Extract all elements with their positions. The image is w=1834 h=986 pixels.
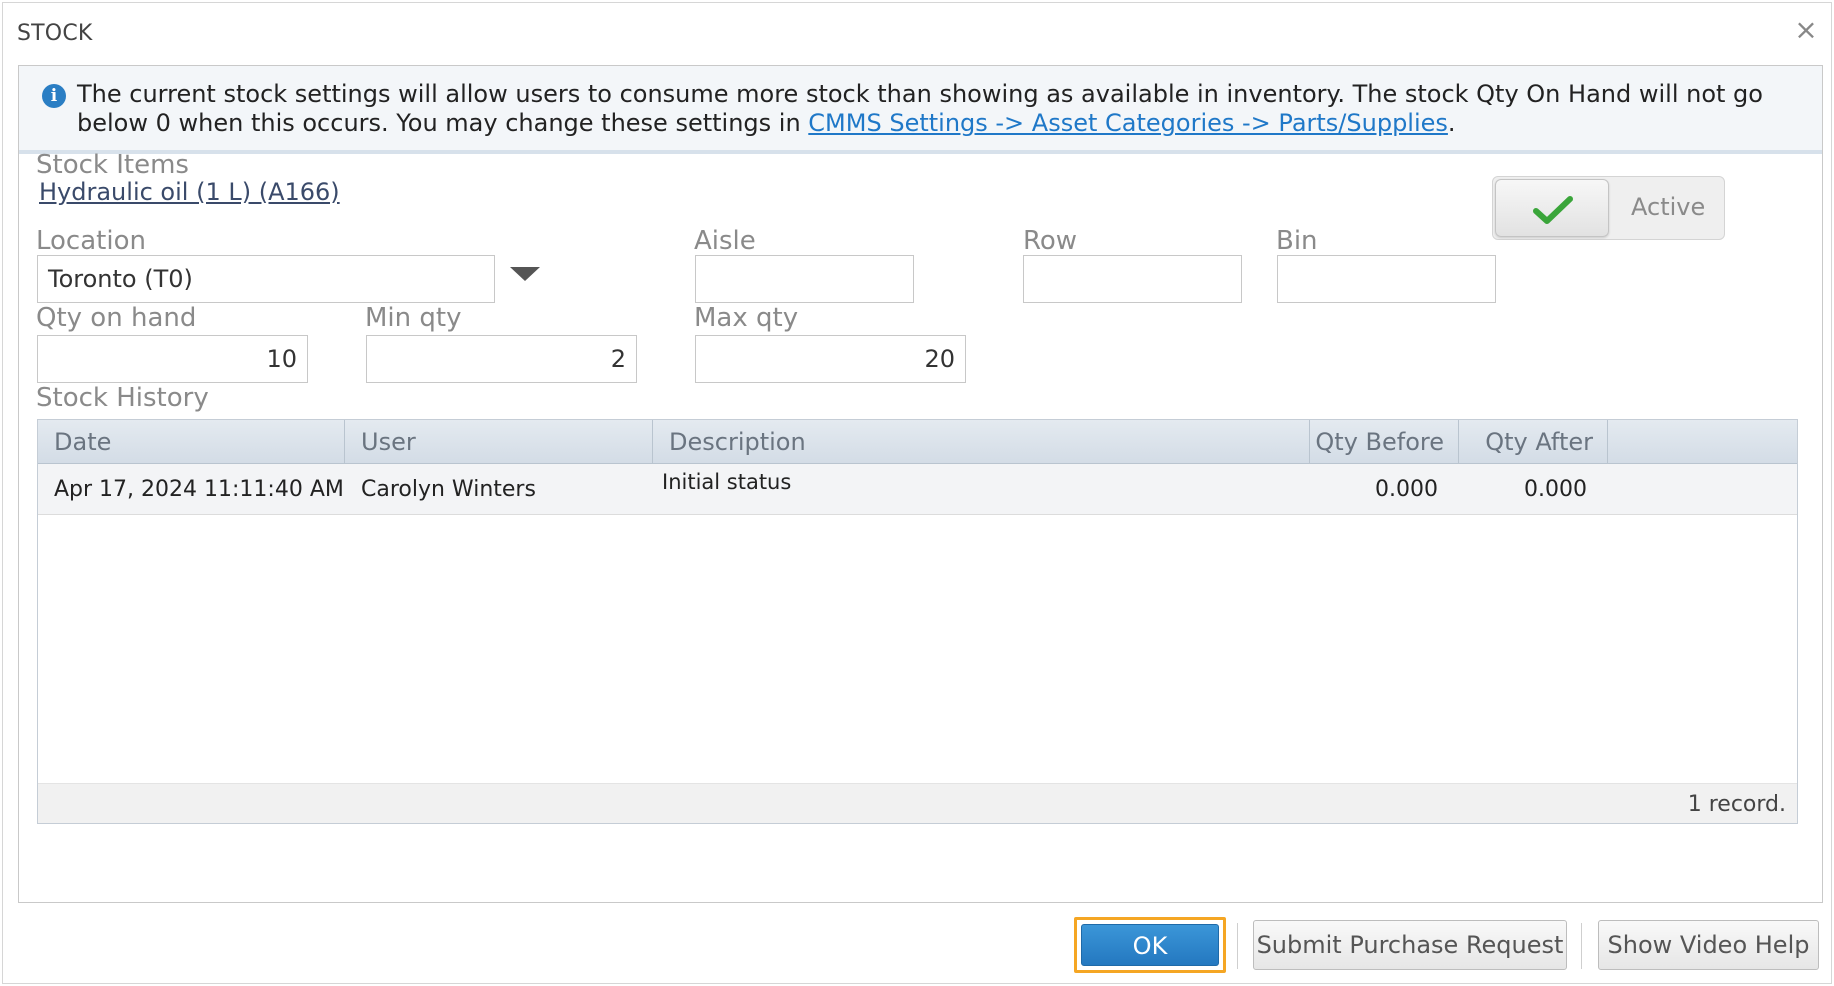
min-qty-label: Min qty: [365, 303, 462, 333]
bin-label: Bin: [1276, 226, 1318, 256]
column-header-qty-before[interactable]: Qty Before: [1310, 420, 1459, 464]
checkmark-icon: [1533, 196, 1573, 224]
cmms-settings-link[interactable]: CMMS Settings -> Asset Categories -> Par…: [808, 109, 1448, 137]
ok-button[interactable]: OK: [1081, 924, 1219, 966]
cell-date: Apr 17, 2024 11:11:40 AM: [54, 477, 344, 502]
bin-field[interactable]: [1277, 255, 1496, 303]
stock-settings-notice: i The current stock settings will allow …: [19, 66, 1822, 154]
row-label: Row: [1023, 226, 1078, 256]
ok-button-focus-ring: OK: [1074, 917, 1226, 973]
column-header-user[interactable]: User: [345, 420, 653, 464]
button-divider: [1581, 923, 1582, 969]
grid-footer: 1 record.: [38, 783, 1797, 823]
stock-history-grid: Date User Description Qty Before Qty Aft…: [37, 419, 1798, 824]
column-header-description[interactable]: Description: [653, 420, 1310, 464]
dialog-title: STOCK: [17, 21, 93, 46]
location-label: Location: [36, 226, 146, 256]
qty-on-hand-label: Qty on hand: [36, 303, 197, 333]
stock-history-label: Stock History: [36, 383, 209, 413]
column-header-date[interactable]: Date: [38, 420, 345, 464]
max-qty-label: Max qty: [694, 303, 799, 333]
aisle-field[interactable]: [695, 255, 914, 303]
toggle-knob[interactable]: [1495, 179, 1609, 237]
button-divider: [1237, 923, 1238, 969]
aisle-label: Aisle: [694, 226, 756, 256]
cell-qty-after: 0.000: [1524, 477, 1587, 502]
min-qty-field[interactable]: 2: [366, 335, 637, 383]
qty-on-hand-field[interactable]: 10: [37, 335, 308, 383]
record-count: 1 record.: [1687, 792, 1786, 817]
row-field[interactable]: [1023, 255, 1242, 303]
close-icon[interactable]: ×: [1791, 15, 1821, 45]
column-header-qty-after[interactable]: Qty After: [1459, 420, 1608, 464]
notice-text-after: .: [1447, 109, 1456, 137]
cell-description: Initial status: [662, 470, 792, 494]
chevron-down-icon[interactable]: [510, 267, 540, 281]
stock-item-link[interactable]: Hydraulic oil (1 L) (A166): [39, 178, 340, 206]
cell-qty-before: 0.000: [1375, 477, 1438, 502]
cell-user: Carolyn Winters: [361, 477, 536, 502]
active-label: Active: [1631, 193, 1706, 221]
active-toggle-switch[interactable]: Active: [1492, 176, 1725, 240]
max-qty-field[interactable]: 20: [695, 335, 966, 383]
show-video-help-button[interactable]: Show Video Help: [1598, 920, 1819, 970]
notice-text: The current stock settings will allow us…: [77, 80, 1777, 138]
stock-items-label: Stock Items: [36, 150, 189, 180]
stock-dialog: STOCK × i The current stock settings wil…: [2, 2, 1832, 984]
table-row[interactable]: Apr 17, 2024 11:11:40 AM Carolyn Winters…: [38, 464, 1797, 515]
location-select[interactable]: Toronto (T0): [37, 255, 495, 303]
info-icon: i: [42, 84, 66, 108]
grid-header: Date User Description Qty Before Qty Aft…: [38, 420, 1797, 464]
submit-purchase-request-button[interactable]: Submit Purchase Request: [1253, 920, 1567, 970]
